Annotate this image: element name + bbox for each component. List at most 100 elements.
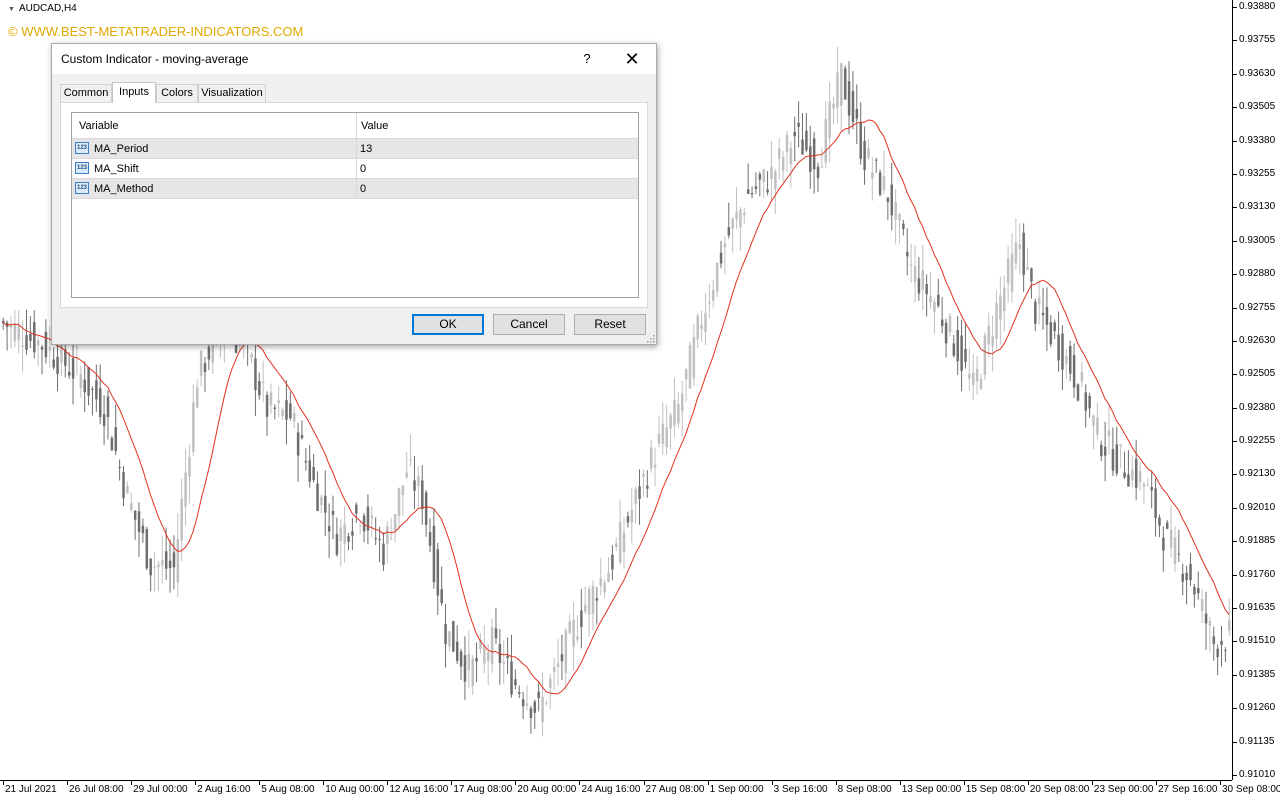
candle-body <box>929 295 932 303</box>
tab-colors[interactable]: Colors <box>156 84 198 102</box>
candle-body <box>397 488 401 516</box>
candle-body <box>1014 242 1018 264</box>
variable-name: MA_Shift <box>94 163 139 175</box>
candle-body <box>1018 244 1022 250</box>
candle-body <box>727 227 731 236</box>
header-variable[interactable]: Variable <box>79 120 119 132</box>
grid-row-ma-shift[interactable]: 123 MA_Shift 0 <box>72 159 638 179</box>
grid-row-ma-period[interactable]: 123 MA_Period 13 <box>72 139 638 159</box>
candle-body <box>320 496 323 506</box>
candle-body <box>921 270 925 290</box>
candle-body <box>347 536 350 542</box>
candle-body <box>432 525 436 583</box>
candle-body <box>1119 444 1122 447</box>
time-label: 20 Sep 08:00 <box>1029 784 1090 795</box>
custom-indicator-dialog: Custom Indicator - moving-average ? ✕ Co… <box>51 43 657 345</box>
triangle-down-icon: ▼ <box>8 6 15 13</box>
candle-body <box>40 346 44 350</box>
candle-body <box>199 351 203 376</box>
candle-body <box>812 138 816 170</box>
candle-body <box>1224 650 1227 652</box>
candle-body <box>1057 334 1060 361</box>
price-label: 0.92880 <box>1239 268 1276 280</box>
inputs-grid[interactable]: Variable Value 123 MA_Period 13 123 MA_S… <box>71 112 639 298</box>
candle-body <box>358 525 362 527</box>
time-label: 27 Aug 08:00 <box>645 784 705 795</box>
tab-visualization[interactable]: Visualization <box>198 84 266 102</box>
candle-body <box>161 560 164 566</box>
candle-body <box>324 495 327 513</box>
candle-body <box>1150 487 1153 491</box>
candle-body <box>413 480 416 491</box>
resize-grip-icon[interactable] <box>647 335 655 343</box>
time-label: 23 Sep 00:00 <box>1093 784 1154 795</box>
candle-body <box>735 211 738 220</box>
candle-body <box>176 539 180 583</box>
candle-body <box>843 68 847 100</box>
column-separator[interactable] <box>356 113 357 138</box>
close-button[interactable]: ✕ <box>616 44 648 74</box>
candle-body <box>525 703 529 706</box>
candle-body <box>684 369 688 380</box>
candle-body <box>537 691 540 699</box>
candle-body <box>269 392 273 405</box>
price-label: 0.91510 <box>1239 635 1276 647</box>
candle-body <box>1197 588 1200 594</box>
value-cell[interactable]: 0 <box>360 163 366 175</box>
candle-body <box>207 347 211 360</box>
candle-body <box>622 532 626 552</box>
candle-body <box>925 284 928 295</box>
candle-body <box>409 459 412 461</box>
candle-body <box>863 140 866 171</box>
price-tick <box>1233 441 1237 443</box>
time-tick <box>579 781 581 785</box>
price-label: 0.91635 <box>1239 602 1276 614</box>
time-tick <box>3 781 4 785</box>
price-tick <box>1233 741 1237 743</box>
candle-body <box>87 366 90 396</box>
candle-body <box>964 348 967 362</box>
tab-inputs[interactable]: Inputs <box>112 82 156 103</box>
candle-body <box>882 176 886 191</box>
candle-body <box>91 388 94 390</box>
candle-body <box>630 509 634 523</box>
tab-common[interactable]: Common <box>60 84 112 102</box>
candle-body <box>1092 415 1095 426</box>
reset-button[interactable]: Reset <box>574 314 646 335</box>
candle-body <box>483 646 486 664</box>
candle-body <box>521 699 525 707</box>
candle-body <box>1096 417 1099 435</box>
ok-button[interactable]: OK <box>412 314 484 335</box>
candle-body <box>975 368 979 382</box>
candle-body <box>122 471 125 499</box>
price-label: 0.93005 <box>1239 234 1276 246</box>
candle-body <box>518 692 521 694</box>
candle-body <box>99 388 102 418</box>
candle-body <box>273 407 277 409</box>
candle-body <box>390 538 393 540</box>
price-tick <box>1233 340 1237 342</box>
value-cell[interactable]: 0 <box>360 183 366 195</box>
dialog-titlebar[interactable]: Custom Indicator - moving-average ? ✕ <box>52 44 656 74</box>
candle-body <box>665 427 668 448</box>
grid-row-ma-method[interactable]: 123 MA_Method 0 <box>72 179 638 199</box>
time-tick <box>259 781 261 785</box>
candle-body <box>778 148 781 159</box>
help-button[interactable]: ? <box>572 44 602 74</box>
time-label: 10 Aug 00:00 <box>325 784 385 795</box>
time-tick <box>515 781 517 785</box>
header-value[interactable]: Value <box>361 120 388 132</box>
candle-body <box>258 381 261 396</box>
candle-body <box>71 358 75 379</box>
candle-body <box>254 358 257 390</box>
candle-body <box>293 413 296 422</box>
candle-body <box>463 655 467 682</box>
candle-body <box>545 702 548 704</box>
value-cell[interactable]: 13 <box>360 143 372 155</box>
candle-body <box>828 101 831 138</box>
candle-body <box>1158 517 1161 526</box>
candle-body <box>584 604 587 612</box>
price-label: 0.91885 <box>1239 535 1276 547</box>
cancel-button[interactable]: Cancel <box>493 314 565 335</box>
cell-separator <box>356 139 357 158</box>
